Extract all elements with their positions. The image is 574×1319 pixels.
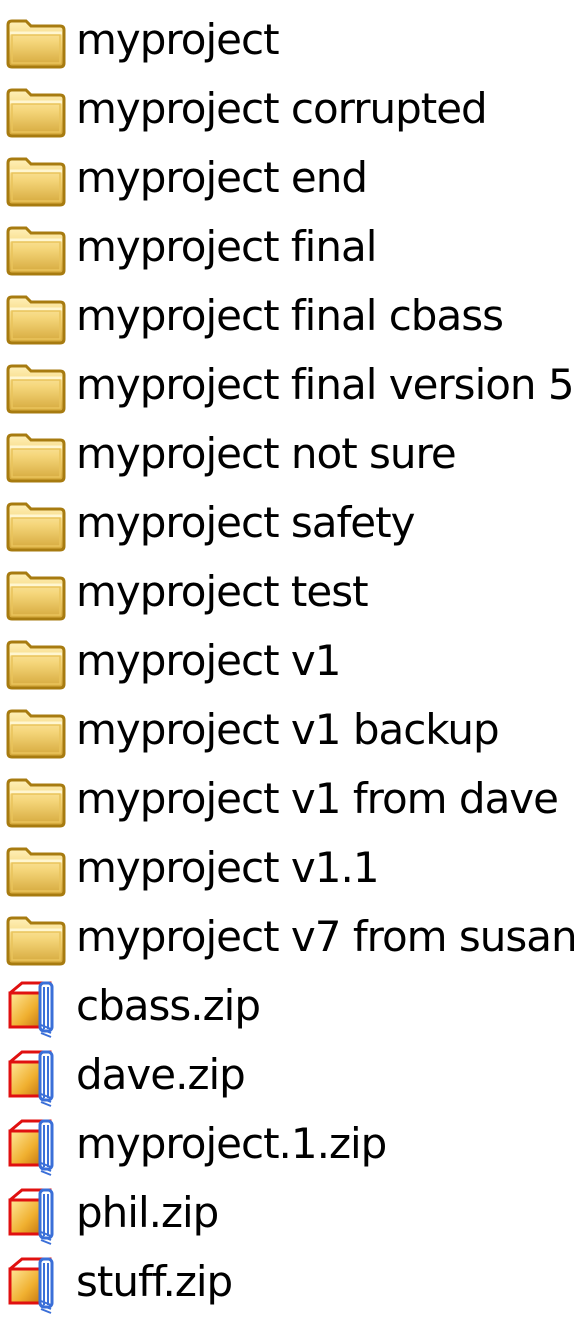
list-item[interactable]: myproject v1 backup xyxy=(0,698,574,767)
list-item[interactable]: stuff.zip xyxy=(0,1250,574,1319)
file-list: myproject myproject corrupted myproject … xyxy=(0,8,574,1319)
file-name: myproject end xyxy=(76,152,368,202)
file-name: myproject final version 5 xyxy=(76,359,574,409)
file-name: myproject safety xyxy=(76,497,415,547)
file-name: myproject final xyxy=(76,221,377,271)
file-name: myproject v7 from susan xyxy=(76,911,574,961)
file-name: myproject v1.1 xyxy=(76,842,380,892)
folder-icon xyxy=(0,839,72,903)
list-item[interactable]: myproject v7 from susan xyxy=(0,905,574,974)
list-item[interactable]: myproject safety xyxy=(0,491,574,560)
file-name: myproject xyxy=(76,14,280,64)
list-item[interactable]: myproject.1.zip xyxy=(0,1112,574,1181)
list-item[interactable]: phil.zip xyxy=(0,1181,574,1250)
file-name: stuff.zip xyxy=(76,1256,233,1306)
file-name: cbass.zip xyxy=(76,980,261,1030)
file-name: myproject v1 backup xyxy=(76,704,500,754)
list-item[interactable]: myproject final xyxy=(0,215,574,284)
list-item[interactable]: myproject xyxy=(0,8,574,77)
list-item[interactable]: myproject not sure xyxy=(0,422,574,491)
list-item[interactable]: myproject v1 from dave xyxy=(0,767,574,836)
folder-icon xyxy=(0,632,72,696)
folder-icon xyxy=(0,425,72,489)
file-name: myproject not sure xyxy=(76,428,457,478)
folder-icon xyxy=(0,770,72,834)
file-name: myproject test xyxy=(76,566,369,616)
zip-folder-icon xyxy=(0,1184,72,1248)
folder-icon xyxy=(0,908,72,972)
list-item[interactable]: myproject final version 5 xyxy=(0,353,574,422)
folder-icon xyxy=(0,701,72,765)
list-item[interactable]: myproject test xyxy=(0,560,574,629)
list-item[interactable]: myproject final cbass xyxy=(0,284,574,353)
zip-folder-icon xyxy=(0,1115,72,1179)
list-item[interactable]: myproject v1.1 xyxy=(0,836,574,905)
zip-folder-icon xyxy=(0,1253,72,1317)
folder-icon xyxy=(0,563,72,627)
file-name: myproject v1 from dave xyxy=(76,773,559,823)
file-name: dave.zip xyxy=(76,1049,246,1099)
file-name: myproject corrupted xyxy=(76,83,488,133)
list-item[interactable]: myproject v1 xyxy=(0,629,574,698)
list-item[interactable]: cbass.zip xyxy=(0,974,574,1043)
folder-icon xyxy=(0,494,72,558)
folder-icon xyxy=(0,149,72,213)
file-name: myproject.1.zip xyxy=(76,1118,387,1168)
file-name: myproject v1 xyxy=(76,635,341,685)
folder-icon xyxy=(0,80,72,144)
folder-icon xyxy=(0,287,72,351)
folder-icon xyxy=(0,11,72,75)
list-item[interactable]: myproject end xyxy=(0,146,574,215)
file-name: phil.zip xyxy=(76,1187,219,1237)
file-name: myproject final cbass xyxy=(76,290,504,340)
zip-folder-icon xyxy=(0,977,72,1041)
folder-icon xyxy=(0,218,72,282)
list-item[interactable]: myproject corrupted xyxy=(0,77,574,146)
list-item[interactable]: dave.zip xyxy=(0,1043,574,1112)
zip-folder-icon xyxy=(0,1046,72,1110)
folder-icon xyxy=(0,356,72,420)
